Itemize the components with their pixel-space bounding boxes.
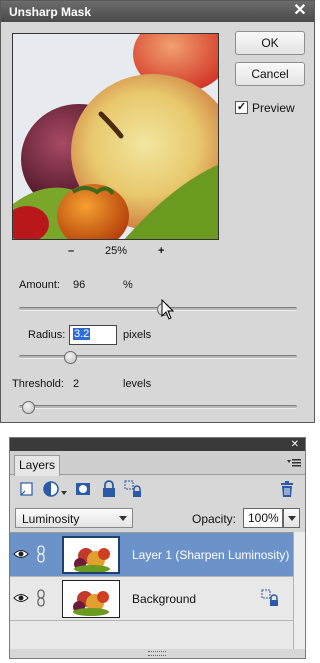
layers-panel: ✕ Layers Luminosity Opacity: 100% Layer … [9, 437, 306, 659]
radius-input-value: 3.2 [73, 328, 91, 340]
radius-slider-thumb[interactable] [64, 351, 78, 364]
lock-all-icon[interactable] [261, 589, 279, 607]
close-icon[interactable]: ✕ [291, 438, 299, 451]
panel-menu-icon[interactable] [287, 457, 301, 469]
layer-thumbnail [62, 536, 120, 574]
zoom-level: 25% [105, 245, 128, 257]
checkmark-icon[interactable]: ✓ [235, 101, 248, 114]
threshold-slider-thumb[interactable] [21, 401, 35, 414]
threshold-value[interactable]: 2 [73, 378, 79, 390]
radius-slider-track[interactable] [19, 355, 297, 359]
dialog-titlebar[interactable]: Unsharp Mask ✕ [1, 1, 314, 22]
layer-name: Layer 1 (Sharpen Luminosity) [132, 548, 290, 562]
adjustment-layer-icon[interactable] [42, 480, 68, 498]
zoom-in-button[interactable]: + [158, 245, 164, 257]
amount-value[interactable]: 96 [73, 279, 85, 291]
panel-topbar[interactable]: ✕ [10, 438, 305, 451]
layer-list-scrollbar[interactable] [293, 532, 305, 649]
layer-list: Layer 1 (Sharpen Luminosity) Background [10, 532, 293, 649]
amount-unit: % [123, 279, 133, 291]
zoom-out-button[interactable]: – [68, 245, 74, 257]
opacity-dropdown-button[interactable] [283, 508, 300, 528]
layers-toolbar [10, 476, 305, 502]
blend-mode-select[interactable]: Luminosity [15, 508, 133, 528]
radius-label: Radius: [28, 329, 66, 341]
threshold-label: Threshold: [12, 378, 64, 390]
eye-icon[interactable] [13, 547, 29, 561]
layer-mask-icon[interactable] [74, 480, 92, 498]
ok-button[interactable]: OK [235, 31, 305, 55]
tab-layers[interactable]: Layers [14, 455, 60, 476]
eye-icon[interactable] [13, 591, 29, 605]
blend-mode-value: Luminosity [22, 512, 80, 526]
threshold-slider-track[interactable] [19, 405, 297, 409]
opacity-value: 100% [248, 511, 279, 525]
lock-icon[interactable] [100, 480, 118, 498]
opacity-label: Opacity: [192, 512, 237, 526]
link-icon[interactable] [36, 589, 46, 607]
panel-tabstrip: Layers [10, 451, 305, 476]
layer-row-background[interactable]: Background [10, 577, 293, 621]
layer-thumbnail [62, 580, 120, 618]
opacity-input[interactable]: 100% [243, 508, 283, 528]
panel-resize-grip[interactable] [148, 651, 166, 656]
blend-row: Luminosity Opacity: 100% [10, 504, 305, 532]
preview-label: Preview [252, 101, 295, 115]
cancel-button[interactable]: Cancel [235, 62, 305, 86]
radius-unit: pixels [123, 329, 152, 341]
preview-image[interactable] [12, 33, 219, 240]
dialog-title: Unsharp Mask [9, 5, 92, 19]
lock-all-icon[interactable] [124, 480, 142, 498]
unsharp-mask-dialog: Unsharp Mask ✕ – 25% + OK Cancel ✓ Previ… [0, 0, 315, 423]
chevron-down-icon [119, 516, 127, 521]
amount-label: Amount: [19, 279, 60, 291]
zoom-controls: – 25% + [12, 245, 219, 259]
link-icon[interactable] [36, 545, 46, 563]
trash-icon[interactable] [278, 480, 296, 498]
layer-name: Background [132, 592, 197, 606]
close-icon[interactable]: ✕ [292, 2, 308, 20]
cursor-icon [161, 299, 175, 320]
radius-input[interactable]: 3.2 [69, 325, 117, 345]
threshold-unit: levels [123, 378, 152, 390]
layer-row-layer-1[interactable]: Layer 1 (Sharpen Luminosity) [10, 533, 293, 577]
new-layer-icon[interactable] [18, 480, 36, 498]
